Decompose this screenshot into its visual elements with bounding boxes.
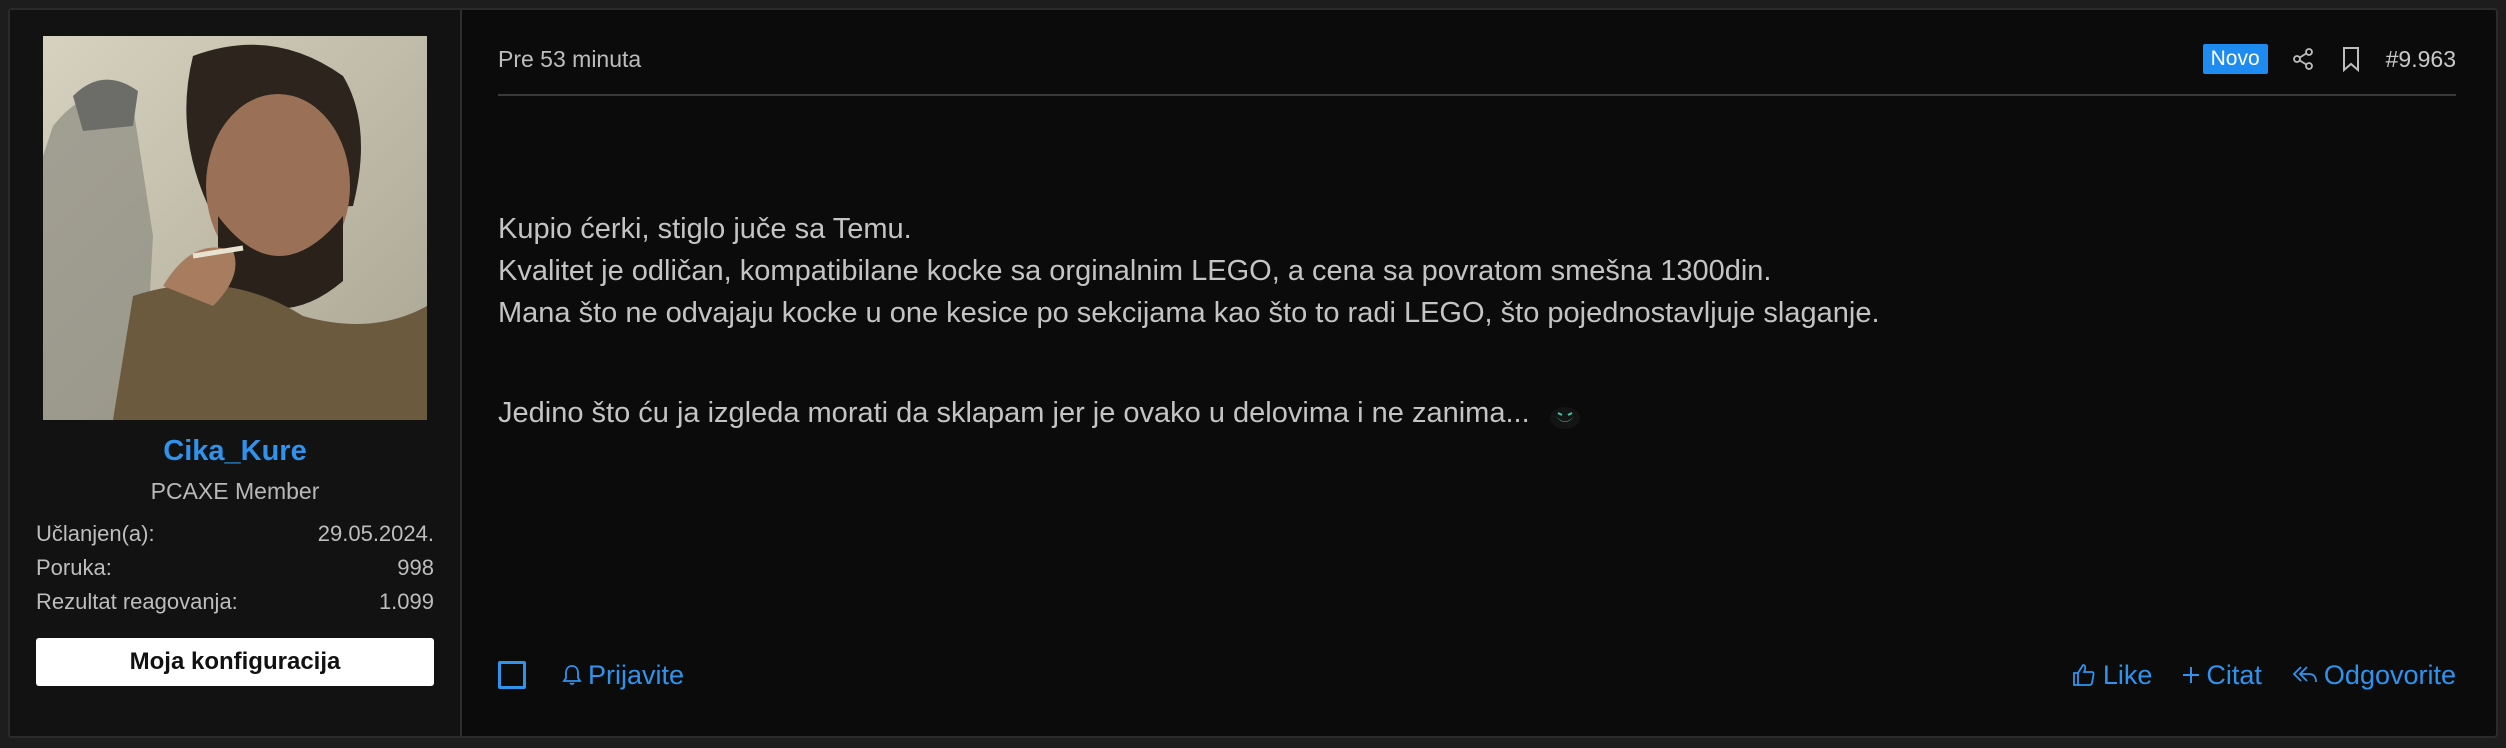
- report-label: Prijavite: [588, 659, 685, 690]
- stat-value: 1.099: [378, 589, 434, 614]
- select-checkbox[interactable]: [498, 661, 526, 689]
- username-link[interactable]: Cika_Kure: [10, 435, 460, 468]
- bell-icon: [562, 665, 582, 685]
- new-badge: Novo: [2202, 44, 2268, 74]
- post-content: Kupio ćerki, stiglo juče sa Temu. Kvalit…: [498, 208, 2456, 434]
- plus-icon: [2183, 667, 2200, 683]
- stat-label: Učlanjen(a):: [36, 521, 155, 546]
- post-line-last: Jedino što ću ja izgleda morati da sklap…: [498, 392, 2456, 434]
- forum-post: Cika_Kure PCAXE Member Učlanjen(a): 29.0…: [8, 8, 2498, 738]
- footer-right: Like Citat Odgovorite: [2071, 660, 2456, 691]
- stat-joined: Učlanjen(a): 29.05.2024.: [36, 517, 434, 551]
- user-sidebar: Cika_Kure PCAXE Member Učlanjen(a): 29.0…: [10, 10, 462, 736]
- stat-value: 29.05.2024.: [317, 521, 434, 546]
- stat-value: 998: [397, 555, 434, 580]
- post-number[interactable]: #9.963: [2386, 46, 2456, 73]
- avatar-image: [43, 36, 427, 420]
- bookmark-icon[interactable]: [2338, 46, 2364, 72]
- stat-messages: Poruka: 998: [36, 551, 434, 585]
- reply-label: Odgovorite: [2323, 659, 2456, 690]
- share-icon[interactable]: [2290, 46, 2316, 72]
- report-link[interactable]: Prijavite: [562, 660, 684, 691]
- like-button[interactable]: Like: [2071, 659, 2153, 691]
- footer-left: Prijavite: [498, 660, 684, 691]
- post-line: Mana što ne odvajaju kocke u one kesice …: [498, 297, 1880, 329]
- config-button[interactable]: Moja konfiguracija: [36, 638, 434, 686]
- post-time[interactable]: Pre 53 minuta: [498, 46, 641, 73]
- stat-reactions: Rezultat reagovanja: 1.099: [36, 585, 434, 619]
- user-stats: Učlanjen(a): 29.05.2024. Poruka: 998 Rez…: [36, 517, 434, 619]
- quote-label: Citat: [2206, 659, 2262, 690]
- stat-label: Rezultat reagovanja:: [36, 589, 238, 614]
- header-actions: Novo #9.963: [2202, 44, 2456, 74]
- reply-icon: [2292, 666, 2317, 683]
- post-footer: Prijavite Like Citat Odgovorite: [498, 655, 2456, 695]
- post-line: Jedino što ću ja izgleda morati da sklap…: [498, 397, 1530, 429]
- stat-label: Poruka:: [36, 555, 112, 580]
- post-line: Kvalitet je odličan, kompatibilane kocke…: [498, 255, 1772, 287]
- like-label: Like: [2102, 659, 2153, 690]
- smile-emoji-icon: [1548, 401, 1582, 430]
- reply-button[interactable]: Odgovorite: [2292, 660, 2456, 691]
- post-line: Kupio ćerki, stiglo juče sa Temu.: [498, 213, 912, 245]
- post-main: Pre 53 minuta Novo #9.963 Kupio ćerki, s…: [462, 10, 2496, 736]
- thumbs-up-icon: [2072, 664, 2095, 686]
- avatar[interactable]: [43, 36, 427, 420]
- quote-button[interactable]: Citat: [2182, 660, 2262, 691]
- post-header: Pre 53 minuta Novo #9.963: [498, 36, 2456, 96]
- user-title: PCAXE Member: [150, 478, 320, 504]
